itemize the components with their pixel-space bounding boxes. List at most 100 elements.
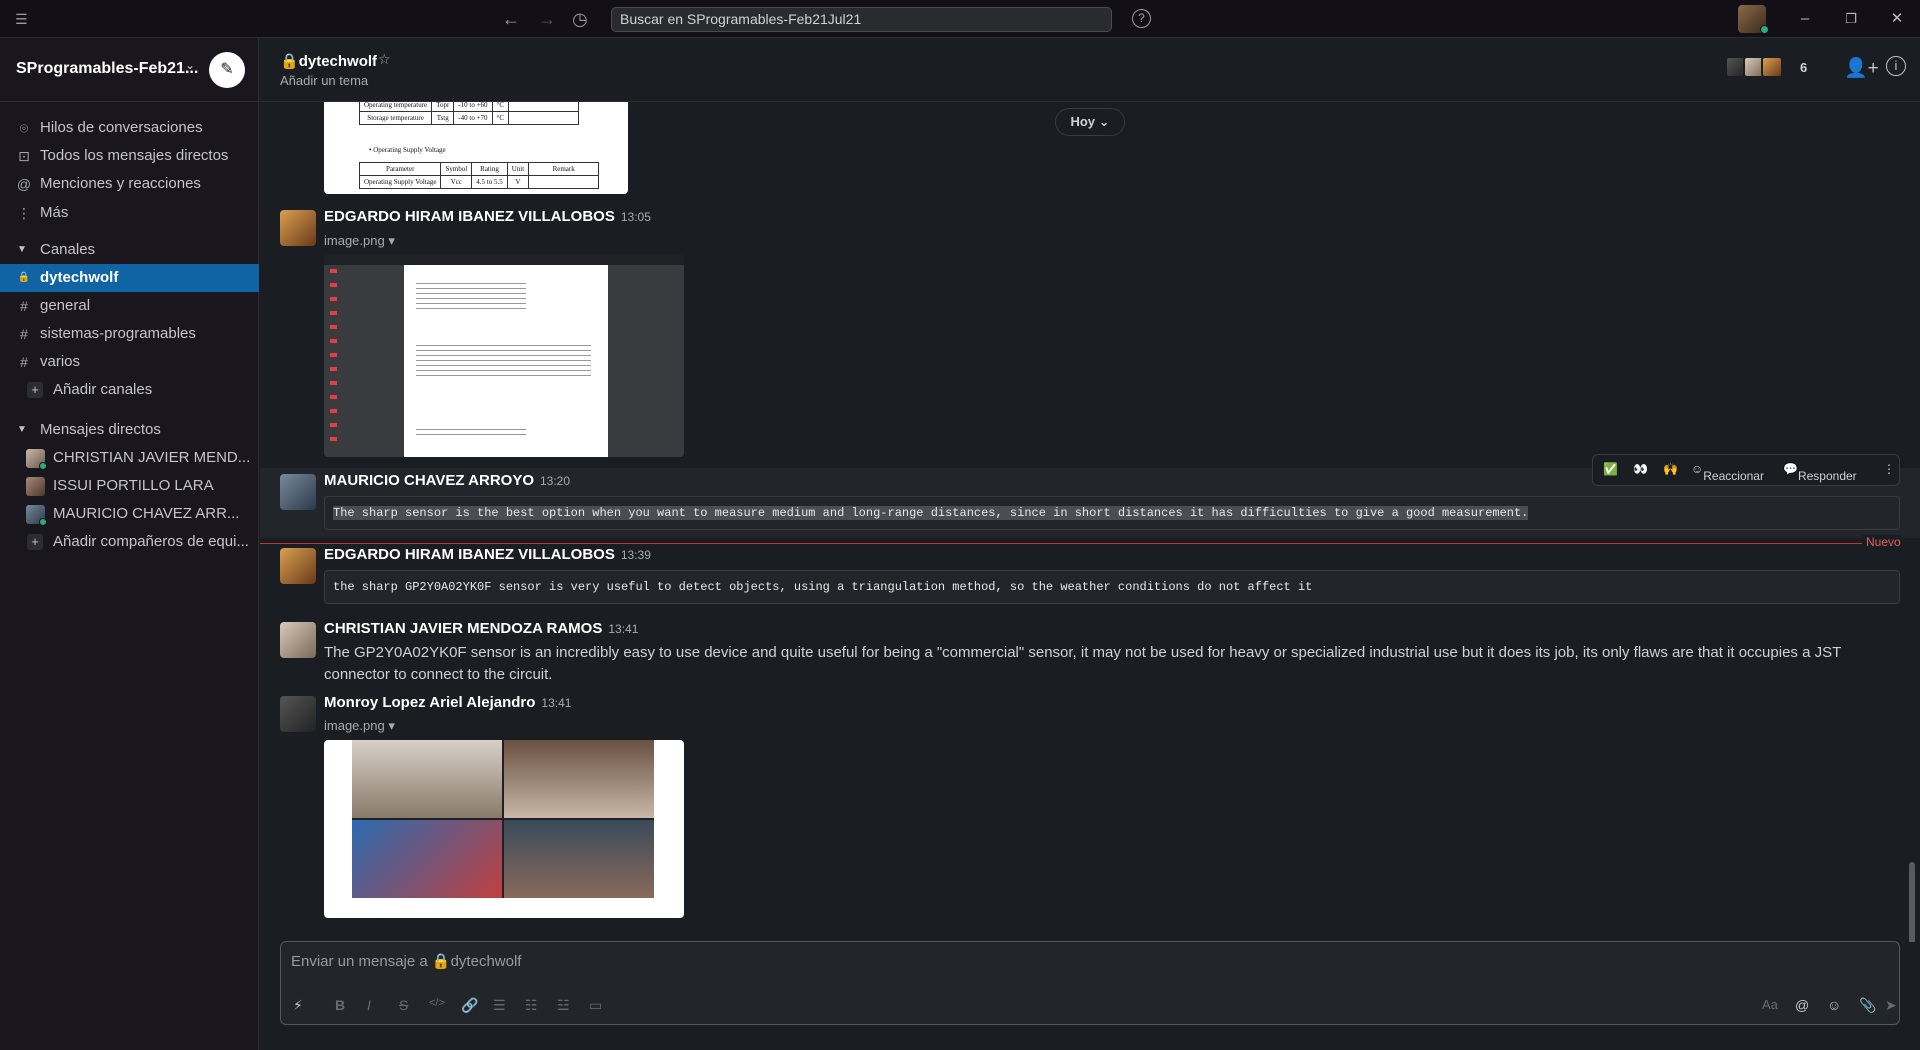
channels-section-header[interactable]: ▼ Canales bbox=[0, 236, 259, 264]
help-icon[interactable]: ? bbox=[1132, 9, 1151, 28]
italic-icon[interactable]: I bbox=[367, 997, 371, 1013]
caret-down-icon: ▼ bbox=[17, 424, 27, 435]
member-count[interactable]: 6 bbox=[1800, 60, 1807, 75]
table-cell: 4.5 to 5.5 bbox=[471, 175, 508, 189]
forward-arrow-icon[interactable]: → bbox=[538, 0, 556, 38]
code-block[interactable]: the sharp GP2Y0A02YK0F sensor is very us… bbox=[324, 570, 1900, 604]
scrollbar[interactable] bbox=[1909, 862, 1915, 942]
history-icon[interactable]: ◷ bbox=[572, 0, 588, 38]
star-icon[interactable]: ☆ bbox=[378, 51, 391, 68]
message-actions-toolbar[interactable]: ✅ 👀 🙌 ☺ Reaccionar 💬 Responder ⋮ bbox=[1592, 454, 1900, 486]
code-block-icon[interactable]: ▭ bbox=[589, 997, 602, 1014]
sidebar-item-label: Más bbox=[40, 204, 69, 221]
react-button[interactable]: ☺ Reaccionar bbox=[1691, 462, 1764, 483]
datasheet-image[interactable]: Operating temperature Topr -10 to +60 °C St… bbox=[324, 102, 628, 194]
avatar[interactable] bbox=[280, 548, 316, 584]
title-bar: ☰ ← → ◷ Buscar en SProgramables-Feb21Jul… bbox=[0, 0, 1920, 38]
sidebar-item-mentions[interactable]: @ Menciones y reacciones bbox=[0, 170, 259, 198]
message-composer[interactable]: Enviar un mensaje a 🔒dytechwolf ⚡ B I S … bbox=[280, 941, 1900, 1025]
minimize-button[interactable]: – bbox=[1782, 0, 1828, 38]
mention-icon[interactable]: @ bbox=[1795, 997, 1809, 1013]
hands-reaction-button[interactable]: 🙌 bbox=[1663, 462, 1678, 476]
channel-title[interactable]: 🔒dytechwolf bbox=[280, 52, 377, 70]
sidebar-item-general[interactable]: # general bbox=[0, 292, 259, 320]
avatar[interactable] bbox=[280, 474, 316, 510]
more-actions-icon[interactable]: ⋮ bbox=[1883, 462, 1895, 476]
check-reaction-button[interactable]: ✅ bbox=[1603, 462, 1618, 476]
message-author[interactable]: EDGARDO HIRAM IBANEZ VILLALOBOS 13:39 bbox=[324, 546, 651, 563]
message-timestamp[interactable]: 13:41 bbox=[541, 696, 571, 710]
workspace-name[interactable]: SProgramables-Feb21... bbox=[16, 60, 198, 78]
message-author[interactable]: MAURICIO CHAVEZ ARROYO 13:20 bbox=[324, 472, 570, 489]
bullet-list-icon[interactable]: ☷ bbox=[525, 997, 538, 1014]
sidebar-item-more[interactable]: ⋮ Más bbox=[0, 199, 259, 227]
file-name[interactable]: image.png ▾ bbox=[324, 233, 395, 249]
browser-sidebar bbox=[330, 269, 337, 449]
date-divider-button[interactable]: Hoy ⌄ bbox=[1055, 108, 1125, 136]
add-teammates-button[interactable]: + Añadir compañeros de equi... bbox=[0, 528, 259, 556]
sidebar-item-label: MAURICIO CHAVEZ ARR... bbox=[53, 505, 240, 522]
add-member-icon[interactable]: 👤+ bbox=[1844, 56, 1879, 80]
sidebar-item-label: general bbox=[40, 297, 91, 314]
message-input[interactable]: Enviar un mensaje a 🔒dytechwolf bbox=[291, 952, 521, 970]
add-channels-button[interactable]: + Añadir canales bbox=[0, 376, 259, 404]
ordered-list-icon[interactable]: ☰ bbox=[493, 997, 506, 1014]
sidebar-item-label: varios bbox=[40, 353, 81, 370]
close-button[interactable]: ✕ bbox=[1874, 0, 1920, 38]
avatar[interactable] bbox=[280, 696, 316, 732]
link-icon[interactable]: 🔗 bbox=[461, 997, 478, 1014]
compose-icon[interactable]: ✎ bbox=[209, 52, 245, 88]
code-block[interactable]: The sharp sensor is the best option when… bbox=[324, 496, 1900, 530]
caret-down-icon: ▼ bbox=[17, 244, 27, 255]
avatar[interactable] bbox=[280, 210, 316, 246]
chevron-down-icon[interactable]: ⌄ bbox=[185, 58, 195, 72]
pdf-page bbox=[404, 265, 608, 457]
message-timestamp[interactable]: 13:39 bbox=[621, 548, 651, 562]
quote-icon[interactable]: ☳ bbox=[557, 997, 570, 1014]
screenshot-image[interactable] bbox=[324, 255, 684, 457]
video-call-screenshot[interactable] bbox=[324, 740, 684, 918]
shortcuts-icon[interactable]: ⚡ bbox=[293, 997, 303, 1014]
message-timestamp[interactable]: 13:05 bbox=[621, 210, 651, 224]
message-list[interactable]: Operating temperature Topr -10 to +60 °C St… bbox=[260, 102, 1920, 942]
formatting-toggle-icon[interactable]: Aa bbox=[1762, 997, 1778, 1012]
maximize-button[interactable]: ❐ bbox=[1828, 0, 1874, 38]
search-input[interactable]: Buscar en SProgramables-Feb21Jul21 bbox=[611, 7, 1112, 32]
sidebar-item-dm-christian[interactable]: CHRISTIAN JAVIER MEND... bbox=[0, 444, 259, 472]
file-name[interactable]: image.png ▾ bbox=[324, 718, 395, 734]
sidebar-item-dytechwolf[interactable]: 🔒 dytechwolf bbox=[0, 264, 259, 292]
dm-section-header[interactable]: ▼ Mensajes directos bbox=[0, 416, 259, 444]
sidebar-item-varios[interactable]: # varios bbox=[0, 348, 259, 376]
author-name: CHRISTIAN JAVIER MENDOZA RAMOS bbox=[324, 620, 603, 637]
hamburger-menu-icon[interactable]: ☰ bbox=[15, 0, 28, 38]
emoji-icon[interactable]: ☺ bbox=[1827, 997, 1841, 1013]
bold-icon[interactable]: B bbox=[335, 997, 345, 1013]
doc-table-lines bbox=[416, 341, 591, 377]
message-timestamp[interactable]: 13:20 bbox=[540, 474, 570, 488]
sidebar-item-threads[interactable]: ⌾ Hilos de conversaciones bbox=[0, 114, 259, 142]
info-icon[interactable]: i bbox=[1886, 56, 1906, 76]
sidebar-item-dm-mauricio[interactable]: MAURICIO CHAVEZ ARR... bbox=[0, 500, 259, 528]
sidebar-item-all-dms[interactable]: ⊡ Todos los mensajes directos bbox=[0, 142, 259, 170]
message-author[interactable]: Monroy Lopez Ariel Alejandro 13:41 bbox=[324, 694, 571, 711]
send-icon[interactable]: ➤ bbox=[1885, 997, 1897, 1014]
workspace-header[interactable]: SProgramables-Feb21... ⌄ ✎ bbox=[0, 38, 259, 102]
doc-section-title: • Operating Supply Voltage bbox=[369, 146, 446, 154]
back-arrow-icon[interactable]: ← bbox=[502, 0, 520, 38]
avatar[interactable] bbox=[280, 622, 316, 658]
video-grid bbox=[352, 740, 654, 898]
code-icon[interactable]: </> bbox=[429, 997, 445, 1009]
table-cell: -40 to +70 bbox=[453, 111, 493, 125]
message-author[interactable]: CHRISTIAN JAVIER MENDOZA RAMOS 13:41 bbox=[324, 620, 638, 637]
attach-icon[interactable]: 📎 bbox=[1859, 997, 1876, 1014]
message-author[interactable]: EDGARDO HIRAM IBANEZ VILLALOBOS 13:05 bbox=[324, 208, 651, 225]
eyes-reaction-button[interactable]: 👀 bbox=[1633, 462, 1648, 476]
code-text: The sharp sensor is the best option when… bbox=[333, 506, 1529, 520]
message-timestamp[interactable]: 13:41 bbox=[608, 622, 638, 636]
avatar bbox=[1761, 56, 1783, 78]
reply-button[interactable]: 💬 Responder bbox=[1783, 462, 1857, 483]
sidebar-item-sistemas-programables[interactable]: # sistemas-programables bbox=[0, 320, 259, 348]
channel-topic[interactable]: Añadir un tema bbox=[280, 73, 368, 88]
sidebar-item-dm-issui[interactable]: ISSUI PORTILLO LARA bbox=[0, 472, 259, 500]
strikethrough-icon[interactable]: S bbox=[399, 997, 408, 1013]
